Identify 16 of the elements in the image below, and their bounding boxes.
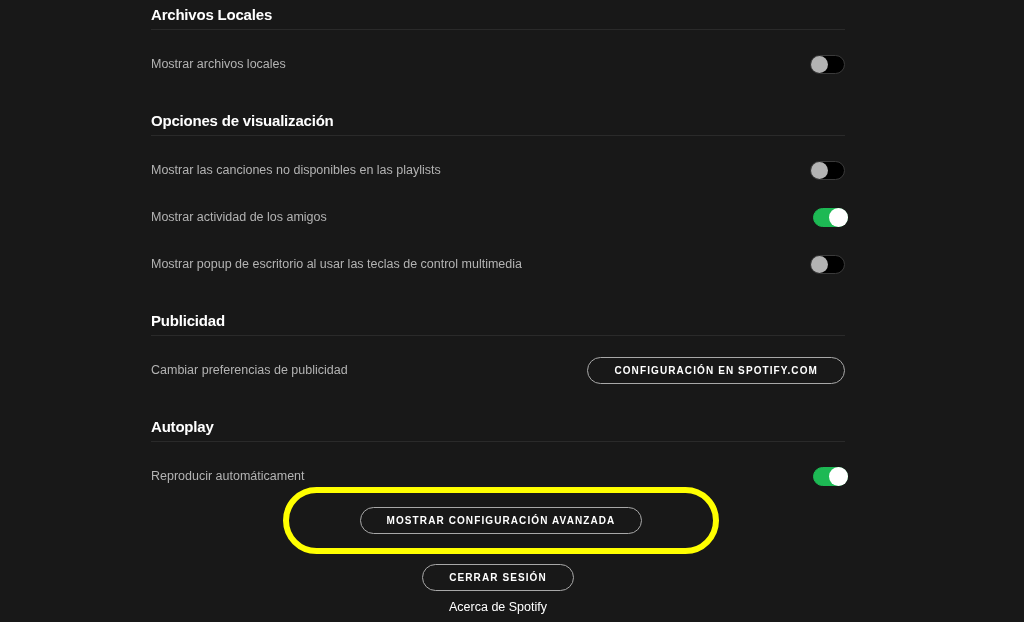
toggle-switch[interactable] bbox=[813, 467, 848, 486]
setting-label: Cambiar preferencias de publicidad bbox=[151, 363, 348, 378]
section-heading: Autoplay bbox=[151, 412, 845, 442]
setting-label: Mostrar archivos locales bbox=[151, 57, 286, 72]
setting-label: Mostrar las canciones no disponibles en las playlists bbox=[151, 163, 441, 178]
setting-label: Mostrar popup de escritorio al usar las teclas de control multimedia bbox=[151, 257, 522, 272]
section-heading: Archivos Locales bbox=[151, 0, 845, 30]
about-link[interactable]: Acerca de Spotify bbox=[449, 600, 547, 615]
setting-label: Reproducir automáticament bbox=[151, 469, 305, 484]
toggle-switch[interactable] bbox=[810, 161, 845, 180]
toggle-switch[interactable] bbox=[813, 208, 848, 227]
toggle-switch[interactable] bbox=[810, 55, 845, 74]
setting-label: Mostrar actividad de los amigos bbox=[151, 210, 327, 225]
toggle-switch[interactable] bbox=[810, 255, 845, 274]
section-heading: Opciones de visualización bbox=[151, 106, 845, 136]
section-heading: Publicidad bbox=[151, 306, 845, 336]
